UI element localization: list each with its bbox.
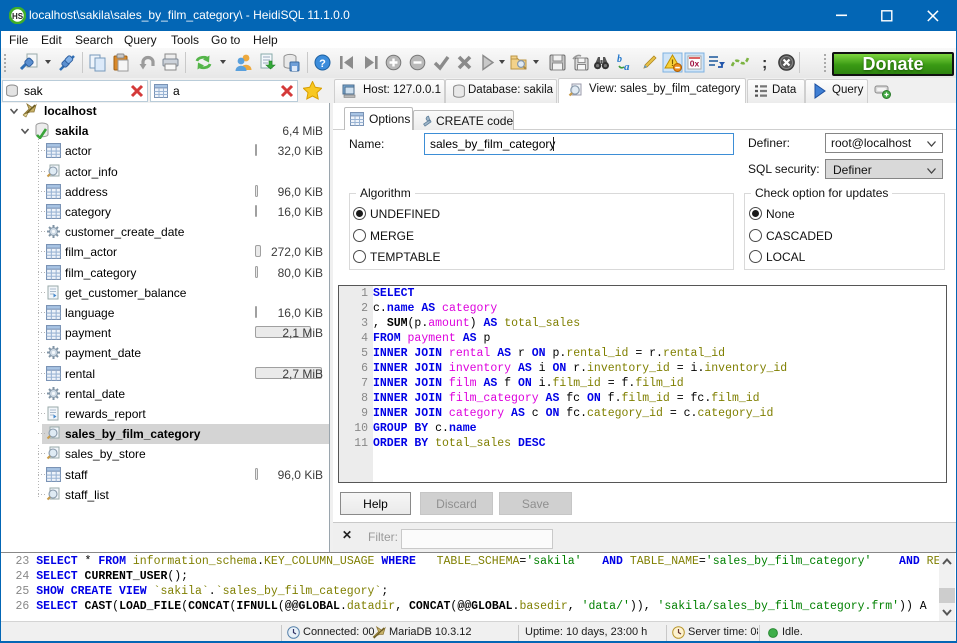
svg-text:;: ;: [762, 55, 767, 72]
svg-text:0x: 0x: [690, 59, 700, 69]
svg-text:HS: HS: [12, 12, 24, 21]
svg-text:b: b: [617, 54, 622, 65]
svg-text:?: ?: [319, 58, 326, 70]
svg-text:a: a: [624, 61, 630, 73]
